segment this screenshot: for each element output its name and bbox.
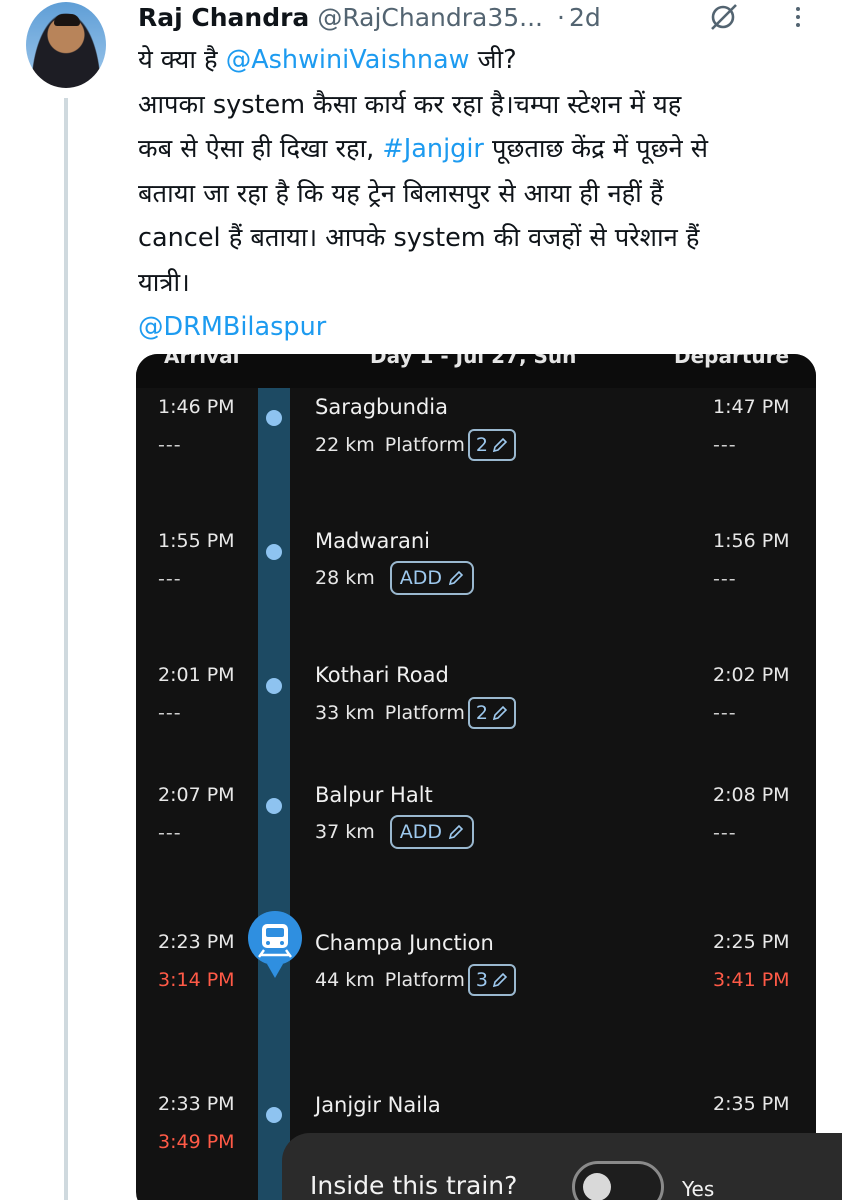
departure-actual: --- xyxy=(713,822,737,844)
arrival-actual: --- xyxy=(158,434,182,456)
attached-image[interactable]: Arrival Day 1 - Jul 27, Sun Departure 1:… xyxy=(136,354,816,1200)
tweet-text: ये क्या है @AshwiniVaishnaw जी? आपका sys… xyxy=(138,38,828,350)
tweet-line-1: ये क्या है @AshwiniVaishnaw जी? xyxy=(138,38,828,83)
inside-train-question: Inside this train? xyxy=(310,1171,518,1200)
author-handle[interactable]: @RajChandra35... xyxy=(317,3,543,32)
tweet-line-3: कब से ऐसा ही दिखा रहा, #Janjgir पूछताछ क… xyxy=(138,127,828,172)
arrival-time: 1:46 PM xyxy=(158,396,235,418)
pencil-icon xyxy=(492,972,508,988)
departure-actual: --- xyxy=(713,568,737,590)
station-meta: 44 km Platform 3 xyxy=(315,963,516,997)
stop-dot xyxy=(266,1107,282,1123)
mention-link[interactable]: @DRMBilaspur xyxy=(138,305,828,350)
departure-time: 2:08 PM xyxy=(713,784,790,806)
thread-line xyxy=(64,98,68,1200)
departure-time: 2:02 PM xyxy=(713,664,790,686)
platform-number: 2 xyxy=(475,702,488,724)
departure-actual: --- xyxy=(713,434,737,456)
stop-dot xyxy=(266,410,282,426)
inside-train-sheet: Inside this train? Yes xyxy=(282,1133,842,1200)
add-label: ADD xyxy=(399,821,442,843)
tweet-time[interactable]: 2d xyxy=(569,3,601,32)
platform-number: 2 xyxy=(475,434,488,456)
pencil-icon xyxy=(492,705,508,721)
station-name[interactable]: Balpur Halt xyxy=(315,783,433,807)
text: पूछताछ केंद्र में पूछने से xyxy=(483,134,708,164)
station-name[interactable]: Kothari Road xyxy=(315,663,449,687)
station-distance: 44 km xyxy=(315,969,375,991)
avatar-hair xyxy=(54,14,80,26)
station-meta: 37 km ADD xyxy=(315,815,474,849)
tweet-line-4: बताया जा रहा है कि यह ट्रेन बिलासपुर से … xyxy=(138,178,664,209)
departure-time: 2:25 PM xyxy=(713,931,790,953)
departure-time: 1:56 PM xyxy=(713,530,790,552)
add-label: ADD xyxy=(399,567,442,589)
departure-time: 2:35 PM xyxy=(713,1093,790,1115)
pencil-icon xyxy=(448,570,464,586)
station-meta: 33 km Platform 2 xyxy=(315,696,516,730)
tweet-line-2: आपका system कैसा कार्य कर रहा है।चम्पा स… xyxy=(138,89,682,120)
text: ये क्या है xyxy=(138,45,226,75)
grok-icon[interactable] xyxy=(708,2,740,32)
station-name[interactable]: Janjgir Naila xyxy=(315,1093,441,1117)
departure-actual: --- xyxy=(713,702,737,724)
train-location-icon xyxy=(248,911,302,978)
arrival-actual: --- xyxy=(158,822,182,844)
platform-edit-button[interactable]: 3 xyxy=(467,964,516,996)
inside-train-toggle[interactable] xyxy=(572,1161,664,1200)
station-distance: 28 km xyxy=(315,567,375,589)
mention-link[interactable]: @AshwiniVaishnaw xyxy=(226,45,470,75)
platform-label: Platform xyxy=(384,702,465,724)
station-name[interactable]: Saragbundia xyxy=(315,395,448,419)
station-name[interactable]: Champa Junction xyxy=(315,931,494,955)
yes-label: Yes xyxy=(682,1177,715,1200)
tweet-line-5: cancel हैं बताया। आपके system की वजहों स… xyxy=(138,223,700,253)
add-platform-button[interactable]: ADD xyxy=(389,815,474,849)
text: जी? xyxy=(469,45,517,75)
departure-actual-late: 3:41 PM xyxy=(713,969,790,991)
text: कब से ऐसा ही दिखा रहा, xyxy=(138,134,383,164)
platform-label: Platform xyxy=(384,434,465,456)
author-name[interactable]: Raj Chandra xyxy=(138,3,309,32)
separator-dot: · xyxy=(556,2,565,32)
hashtag-link[interactable]: #Janjgir xyxy=(382,134,484,164)
departure-header: Departure xyxy=(674,354,790,368)
stop-dot xyxy=(266,544,282,560)
arrival-time: 2:01 PM xyxy=(158,664,235,686)
arrival-time: 2:33 PM xyxy=(158,1093,235,1115)
arrival-header: Arrival xyxy=(164,354,240,368)
arrival-time: 2:23 PM xyxy=(158,931,235,953)
station-name[interactable]: Madwarani xyxy=(315,529,430,553)
station-meta: 22 km Platform 2 xyxy=(315,428,516,462)
more-options-icon[interactable] xyxy=(788,2,808,32)
arrival-actual: --- xyxy=(158,702,182,724)
departure-time: 1:47 PM xyxy=(713,396,790,418)
pencil-icon xyxy=(448,824,464,840)
station-distance: 37 km xyxy=(315,821,375,843)
arrival-actual: --- xyxy=(158,568,182,590)
platform-edit-button[interactable]: 2 xyxy=(467,697,516,729)
pencil-icon xyxy=(492,437,508,453)
stop-dot xyxy=(266,678,282,694)
tweet-line-6: यात्री। xyxy=(138,267,190,298)
arrival-time: 1:55 PM xyxy=(158,530,235,552)
station-distance: 22 km xyxy=(315,434,375,456)
station-meta: 28 km ADD xyxy=(315,561,474,595)
day-header: Day 1 - Jul 27, Sun xyxy=(370,354,577,368)
station-distance: 33 km xyxy=(315,702,375,724)
add-platform-button[interactable]: ADD xyxy=(389,561,474,595)
stop-dot xyxy=(266,798,282,814)
avatar[interactable] xyxy=(26,2,106,88)
toggle-knob xyxy=(583,1173,611,1200)
arrival-actual-late: 3:49 PM xyxy=(158,1131,235,1153)
platform-number: 3 xyxy=(475,969,488,991)
route-rail xyxy=(258,388,290,1200)
arrival-actual-late: 3:14 PM xyxy=(158,969,235,991)
platform-label: Platform xyxy=(384,969,465,991)
platform-edit-button[interactable]: 2 xyxy=(467,429,516,461)
arrival-time: 2:07 PM xyxy=(158,784,235,806)
